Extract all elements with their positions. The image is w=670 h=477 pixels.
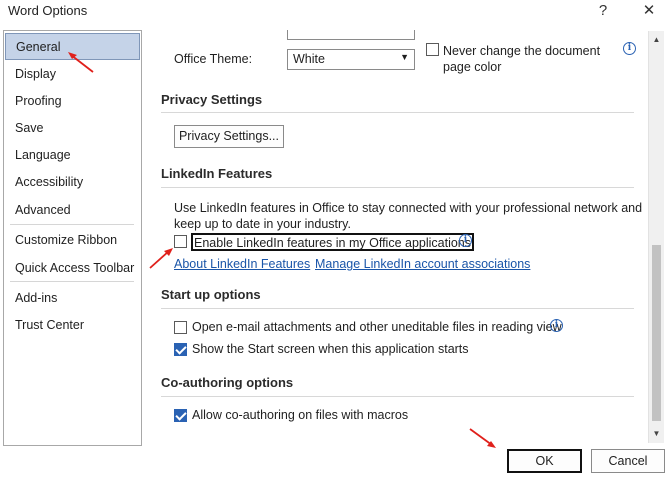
allow-coauthoring-checkbox[interactable] bbox=[174, 409, 187, 422]
section-divider bbox=[161, 187, 634, 188]
linkedin-description-line1: Use LinkedIn features in Office to stay … bbox=[174, 201, 643, 215]
section-divider bbox=[161, 396, 634, 397]
options-nav: General Display Proofing Save Language A… bbox=[3, 30, 142, 446]
scrollbar-thumb[interactable] bbox=[652, 245, 661, 421]
nav-divider bbox=[10, 224, 134, 225]
about-linkedin-link[interactable]: About LinkedIn Features bbox=[174, 257, 310, 271]
partial-field[interactable] bbox=[287, 30, 415, 40]
open-email-attachments-checkbox[interactable] bbox=[174, 321, 187, 334]
options-content: Office Theme: White ▼ Never change the d… bbox=[148, 30, 648, 442]
nav-item-advanced[interactable]: Advanced bbox=[4, 197, 141, 224]
manage-linkedin-link[interactable]: Manage LinkedIn account associations bbox=[315, 257, 530, 271]
coauthoring-heading: Co-authoring options bbox=[161, 375, 294, 390]
help-button[interactable]: ? bbox=[593, 2, 613, 20]
office-theme-value: White bbox=[293, 52, 325, 66]
show-start-screen-label: Show the Start screen when this applicat… bbox=[192, 342, 469, 356]
nav-divider bbox=[10, 281, 134, 282]
annotation-arrow-icon bbox=[469, 428, 496, 448]
ok-button[interactable]: OK bbox=[507, 449, 582, 473]
privacy-settings-button[interactable]: Privacy Settings... bbox=[174, 125, 284, 148]
section-divider bbox=[161, 112, 634, 113]
scroll-up-icon[interactable]: ▲ bbox=[649, 33, 664, 47]
nav-item-save[interactable]: Save bbox=[4, 115, 141, 142]
section-divider bbox=[161, 308, 634, 309]
linkedin-heading: LinkedIn Features bbox=[161, 166, 273, 181]
cancel-button[interactable]: Cancel bbox=[591, 449, 665, 473]
info-icon[interactable]: i bbox=[623, 42, 636, 55]
privacy-heading: Privacy Settings bbox=[161, 92, 263, 107]
close-button[interactable]: ✕ bbox=[639, 2, 659, 20]
never-change-page-color-label: Never change the document page color bbox=[443, 43, 600, 75]
linkedin-description: Use LinkedIn features in Office to stay … bbox=[174, 200, 642, 232]
office-theme-label: Office Theme: bbox=[174, 52, 253, 66]
info-icon[interactable]: i bbox=[459, 234, 472, 247]
window-title: Word Options bbox=[8, 3, 88, 18]
content-scrollbar[interactable]: ▲ ▼ bbox=[648, 31, 664, 443]
nav-item-accessibility[interactable]: Accessibility bbox=[4, 169, 141, 196]
nav-item-quick-access-toolbar[interactable]: Quick Access Toolbar bbox=[4, 255, 141, 282]
annotation-arrow-icon bbox=[149, 248, 173, 269]
never-change-label-line2: page color bbox=[443, 60, 502, 74]
office-theme-select[interactable]: White ▼ bbox=[287, 49, 415, 70]
nav-item-customize-ribbon[interactable]: Customize Ribbon bbox=[4, 227, 141, 254]
startup-heading: Start up options bbox=[161, 287, 261, 302]
open-email-attachments-label: Open e-mail attachments and other unedit… bbox=[192, 320, 562, 334]
enable-linkedin-label[interactable]: Enable LinkedIn features in my Office ap… bbox=[191, 233, 475, 251]
scroll-down-icon[interactable]: ▼ bbox=[649, 427, 664, 441]
annotation-arrow-icon bbox=[68, 52, 94, 73]
allow-coauthoring-label: Allow co-authoring on files with macros bbox=[192, 408, 409, 422]
linkedin-description-line2: keep up to date in your industry. bbox=[174, 217, 351, 231]
nav-item-language[interactable]: Language bbox=[4, 142, 141, 169]
chevron-down-icon: ▼ bbox=[400, 52, 409, 62]
nav-item-proofing[interactable]: Proofing bbox=[4, 88, 141, 115]
info-icon[interactable]: i bbox=[550, 319, 563, 332]
never-change-page-color-checkbox[interactable] bbox=[426, 43, 439, 56]
never-change-label-line1: Never change the document bbox=[443, 44, 601, 58]
nav-item-trust-center[interactable]: Trust Center bbox=[4, 312, 141, 339]
nav-item-add-ins[interactable]: Add-ins bbox=[4, 285, 141, 312]
show-start-screen-checkbox[interactable] bbox=[174, 343, 187, 356]
